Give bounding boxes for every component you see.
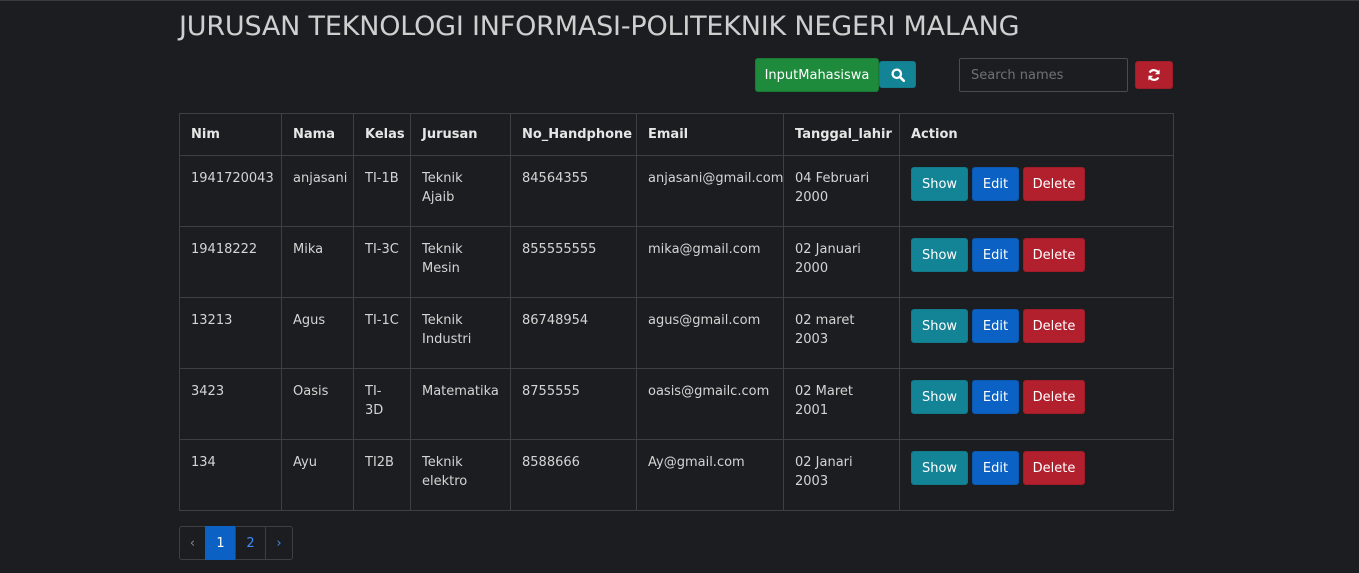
column-header: Jurusan: [410, 113, 511, 156]
show-button[interactable]: Show: [911, 309, 968, 343]
refresh-button[interactable]: [1135, 61, 1173, 89]
cell-nama: Agus: [281, 297, 354, 369]
cell-no-handphone: 855555555: [510, 226, 637, 298]
pagination-page-2[interactable]: 2: [235, 526, 266, 560]
edit-button[interactable]: Edit: [972, 238, 1019, 272]
column-header: Kelas: [353, 113, 411, 156]
row-actions: Show Edit Delete: [911, 380, 1162, 414]
show-button[interactable]: Show: [911, 167, 968, 201]
cell-no-handphone: 8755555: [510, 368, 637, 440]
cell-action: Show Edit Delete: [899, 226, 1174, 298]
cell-kelas: TI2B: [353, 439, 411, 511]
search-button[interactable]: [879, 61, 916, 88]
table-row: 1941720043 anjasani TI-1B Teknik Ajaib 8…: [179, 155, 1174, 227]
cell-nama: anjasani: [281, 155, 354, 227]
cell-jurusan: Teknik Mesin: [410, 226, 511, 298]
cell-action: Show Edit Delete: [899, 439, 1174, 511]
cell-jurusan: Teknik Industri: [410, 297, 511, 369]
table-row: 134 Ayu TI2B Teknik elektro 8588666 Ay@g…: [179, 439, 1174, 511]
cell-email: Ay@gmail.com: [636, 439, 784, 511]
top-border: [0, 0, 1359, 1]
input-mahasiswa-button[interactable]: InputMahasiswa: [755, 58, 879, 92]
delete-button[interactable]: Delete: [1023, 309, 1085, 343]
refresh-icon: [1148, 69, 1160, 81]
cell-tanggal-lahir: 02 Maret 2001: [783, 368, 900, 440]
cell-kelas: TI-3D: [353, 368, 411, 440]
cell-action: Show Edit Delete: [899, 155, 1174, 227]
show-button[interactable]: Show: [911, 380, 968, 414]
page-title: JURUSAN TEKNOLOGI INFORMASI-POLITEKNIK N…: [179, 11, 1020, 42]
mahasiswa-table: Nim Nama Kelas Jurusan No_Handphone Emai…: [179, 113, 1174, 511]
cell-no-handphone: 84564355: [510, 155, 637, 227]
cell-nim: 3423: [179, 368, 282, 440]
column-header: Tanggal_lahir: [783, 113, 900, 156]
cell-jurusan: Matematika: [410, 368, 511, 440]
cell-nama: Oasis: [281, 368, 354, 440]
row-actions: Show Edit Delete: [911, 451, 1162, 485]
delete-button[interactable]: Delete: [1023, 238, 1085, 272]
edit-button[interactable]: Edit: [972, 451, 1019, 485]
column-header: Nim: [179, 113, 282, 156]
pagination-prev[interactable]: ‹: [179, 526, 206, 560]
column-header: Email: [636, 113, 784, 156]
cell-kelas: TI-1B: [353, 155, 411, 227]
cell-tanggal-lahir: 02 Januari 2000: [783, 226, 900, 298]
cell-nim: 13213: [179, 297, 282, 369]
search-input[interactable]: [959, 58, 1128, 92]
cell-kelas: TI-3C: [353, 226, 411, 298]
show-button[interactable]: Show: [911, 451, 968, 485]
cell-action: Show Edit Delete: [899, 297, 1174, 369]
column-header: No_Handphone: [510, 113, 637, 156]
cell-action: Show Edit Delete: [899, 368, 1174, 440]
show-button[interactable]: Show: [911, 238, 968, 272]
pagination: ‹ 1 2 ›: [179, 526, 293, 560]
cell-tanggal-lahir: 02 Janari 2003: [783, 439, 900, 511]
edit-button[interactable]: Edit: [972, 380, 1019, 414]
cell-kelas: TI-1C: [353, 297, 411, 369]
delete-button[interactable]: Delete: [1023, 167, 1085, 201]
cell-jurusan: Teknik elektro: [410, 439, 511, 511]
cell-email: anjasani@gmail.com: [636, 155, 784, 227]
cell-no-handphone: 86748954: [510, 297, 637, 369]
cell-email: mika@gmail.com: [636, 226, 784, 298]
column-header: Nama: [281, 113, 354, 156]
row-actions: Show Edit Delete: [911, 309, 1162, 343]
column-header: Action: [899, 113, 1174, 156]
delete-button[interactable]: Delete: [1023, 380, 1085, 414]
search-icon: [891, 68, 905, 82]
row-actions: Show Edit Delete: [911, 167, 1162, 201]
table-header-row: Nim Nama Kelas Jurusan No_Handphone Emai…: [179, 113, 1174, 156]
cell-nim: 19418222: [179, 226, 282, 298]
pagination-next[interactable]: ›: [265, 526, 293, 560]
row-actions: Show Edit Delete: [911, 238, 1162, 272]
table-row: 13213 Agus TI-1C Teknik Industri 8674895…: [179, 297, 1174, 369]
pagination-page-1[interactable]: 1: [205, 526, 236, 560]
delete-button[interactable]: Delete: [1023, 451, 1085, 485]
table-row: 3423 Oasis TI-3D Matematika 8755555 oasi…: [179, 368, 1174, 440]
cell-jurusan: Teknik Ajaib: [410, 155, 511, 227]
cell-nama: Ayu: [281, 439, 354, 511]
edit-button[interactable]: Edit: [972, 309, 1019, 343]
cell-email: oasis@gmailc.com: [636, 368, 784, 440]
cell-nim: 134: [179, 439, 282, 511]
cell-no-handphone: 8588666: [510, 439, 637, 511]
edit-button[interactable]: Edit: [972, 167, 1019, 201]
cell-nama: Mika: [281, 226, 354, 298]
cell-email: agus@gmail.com: [636, 297, 784, 369]
cell-tanggal-lahir: 02 maret 2003: [783, 297, 900, 369]
table-row: 19418222 Mika TI-3C Teknik Mesin 8555555…: [179, 226, 1174, 298]
cell-nim: 1941720043: [179, 155, 282, 227]
cell-tanggal-lahir: 04 Februari 2000: [783, 155, 900, 227]
